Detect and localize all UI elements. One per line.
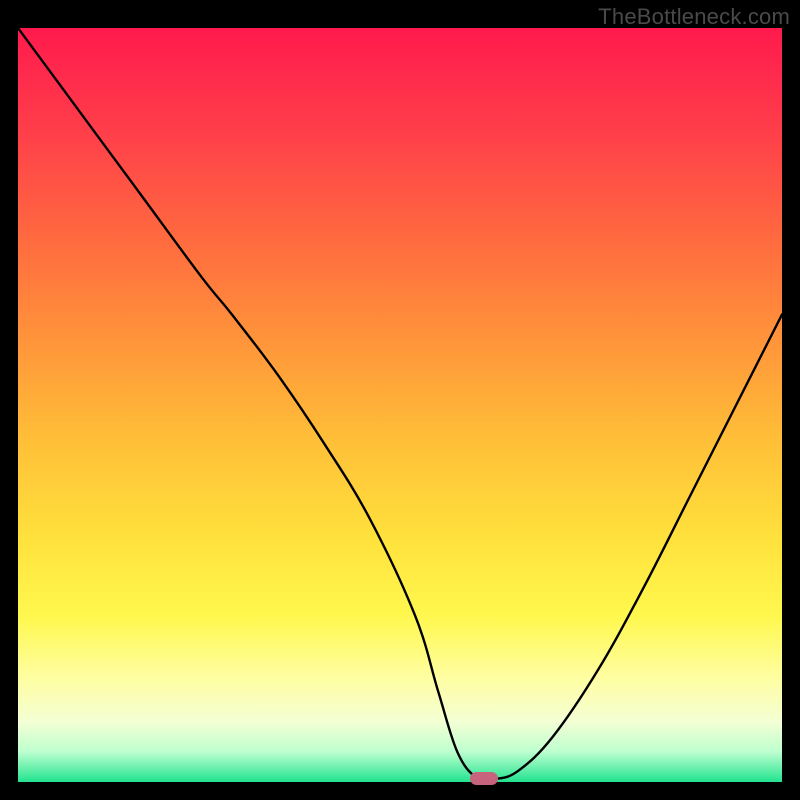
bottleneck-plot — [18, 28, 782, 782]
watermark-text: TheBottleneck.com — [598, 4, 790, 30]
optimal-point-marker — [470, 772, 498, 785]
chart-frame: TheBottleneck.com — [0, 0, 800, 800]
plot-area — [18, 28, 782, 782]
gradient-background — [18, 28, 782, 782]
